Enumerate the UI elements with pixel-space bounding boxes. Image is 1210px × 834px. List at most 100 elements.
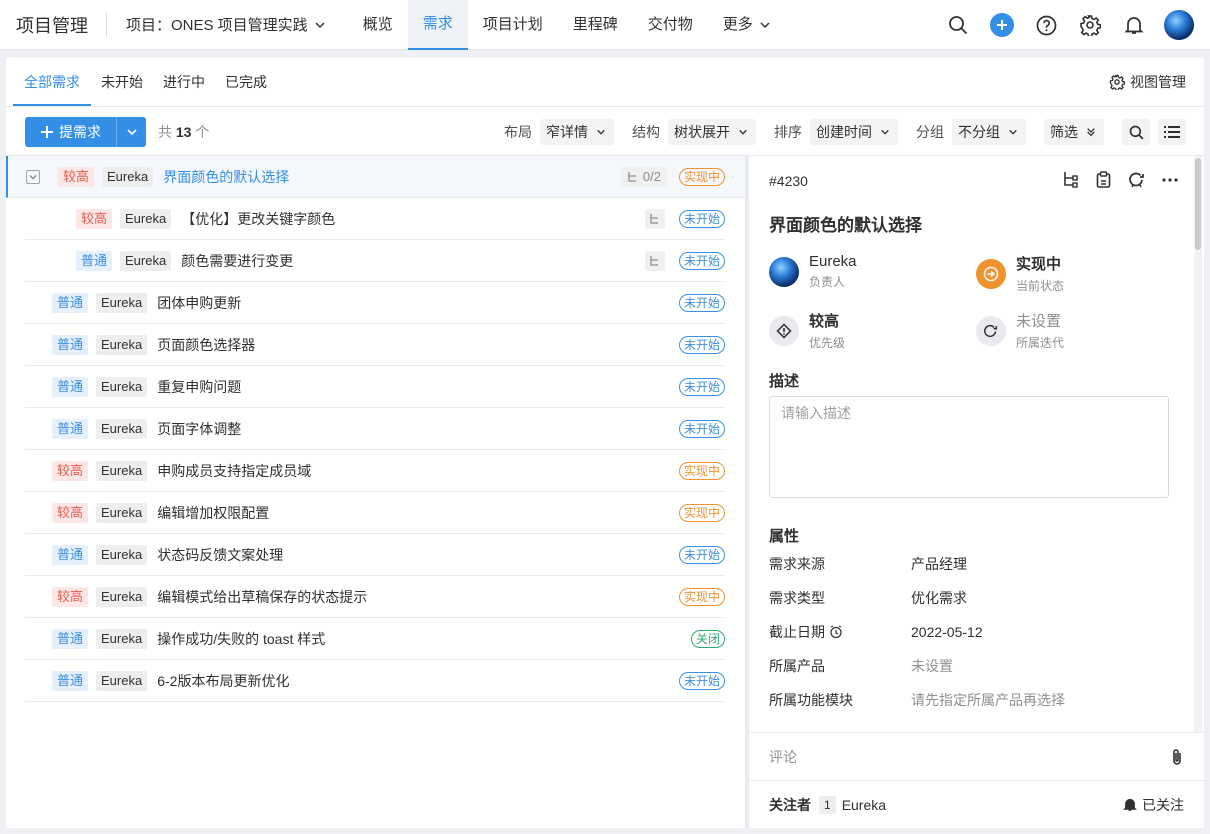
scrollbar[interactable] [1194, 156, 1202, 732]
requirement-title[interactable]: 状态码反馈文案处理 [157, 545, 283, 565]
settings-icon[interactable] [1076, 11, 1104, 39]
requirement-title[interactable]: 申购成员支持指定成员域 [157, 461, 311, 481]
tab-in-progress[interactable]: 进行中 [163, 58, 205, 106]
structure-select[interactable]: 树状展开 [668, 119, 756, 145]
group-select[interactable]: 不分组 [952, 119, 1026, 145]
sprint-icon [976, 315, 1006, 346]
nav-tab-requirements[interactable]: 需求 [407, 0, 468, 50]
add-icon[interactable] [988, 11, 1016, 39]
view-manage-button[interactable]: 视图管理 [1109, 72, 1186, 92]
assignee-field[interactable]: Eureka 负责人 [769, 253, 857, 290]
priority-badge: 普通 [52, 628, 89, 649]
description-heading: 描述 [769, 373, 800, 390]
filter-button[interactable]: 筛选 [1044, 119, 1104, 145]
chevron-down-icon [738, 127, 748, 137]
copy-icon[interactable] [1095, 171, 1112, 188]
tab-not-started[interactable]: 未开始 [101, 58, 143, 106]
table-row[interactable]: 较高 Eureka 编辑模式给出草稿保存的状态提示 实现中 [25, 576, 725, 618]
requirement-title[interactable]: 页面颜色选择器 [157, 335, 255, 355]
table-row[interactable]: 普通 Eureka 页面颜色选择器 未开始 [25, 324, 725, 366]
create-requirement-main[interactable]: 提需求 [25, 117, 116, 147]
requirement-title[interactable]: 6-2版本布局更新优化 [157, 671, 289, 691]
table-row[interactable]: 普通 Eureka 团体申购更新 未开始 [25, 282, 725, 324]
app-title: 项目管理 [16, 15, 88, 36]
subtask-icon[interactable] [1062, 171, 1079, 188]
user-avatar[interactable] [1164, 10, 1194, 40]
detail-title[interactable]: 界面颜色的默认选择 [769, 211, 922, 236]
status-field[interactable]: 实现中 当前状态 [976, 253, 1064, 294]
comment-input[interactable]: 评论 [749, 732, 1204, 780]
status-arrow-icon [976, 258, 1006, 289]
description-input[interactable]: 请输入描述 [769, 396, 1169, 498]
table-row[interactable]: 普通 Eureka 页面字体调整 未开始 [25, 408, 725, 450]
cycle-icon[interactable] [1128, 171, 1146, 188]
top-actions [944, 0, 1194, 50]
table-row[interactable]: 普通 Eureka 颜色需要进行变更 未开始 [25, 240, 725, 282]
property-row[interactable]: 所属功能模块 请先指定所属产品再选择 [769, 690, 1169, 710]
requirement-title[interactable]: 编辑增加权限配置 [157, 503, 269, 523]
table-row[interactable]: 普通 Eureka 操作成功/失败的 toast 样式 关闭 [25, 618, 725, 660]
table-row[interactable]: 普通 Eureka 重复申购问题 未开始 [25, 366, 725, 408]
table-row[interactable]: 较高 Eureka 【优化】更改关键字颜色 未开始 [25, 198, 725, 240]
nav-tab-more[interactable]: 更多 [708, 0, 786, 50]
table-row[interactable]: 普通 Eureka 状态码反馈文案处理 未开始 [25, 534, 725, 576]
layout-select[interactable]: 窄详情 [540, 119, 614, 145]
property-row[interactable]: 需求来源 产品经理 [769, 554, 1169, 574]
followers-count: 1 [819, 795, 836, 814]
scrollbar-thumb[interactable] [1195, 158, 1201, 250]
chevron-down-icon [880, 127, 890, 137]
priority-badge: 普通 [52, 334, 89, 355]
requirement-title[interactable]: 【优化】更改关键字颜色 [181, 209, 335, 229]
nav-tab-project-plan[interactable]: 项目计划 [468, 0, 558, 50]
attachment-icon[interactable] [1170, 748, 1184, 766]
nav-tab-milestones[interactable]: 里程碑 [558, 0, 633, 50]
list-view-button[interactable] [1158, 119, 1186, 145]
subtask-icon[interactable] [645, 250, 665, 271]
requirement-title[interactable]: 颜色需要进行变更 [181, 251, 293, 271]
filter-tabs: 全部需求 未开始 进行中 已完成 [13, 58, 267, 106]
search-icon[interactable] [944, 11, 972, 39]
requirement-title[interactable]: 重复申购问题 [157, 377, 241, 397]
subtask-count[interactable]: 0/2 [620, 166, 667, 187]
sort-label: 排序 [774, 124, 802, 140]
create-dropdown-toggle[interactable] [116, 117, 146, 147]
requirement-title[interactable]: 编辑模式给出草稿保存的状态提示 [157, 587, 367, 607]
property-row[interactable]: 截止日期 2022-05-12 [769, 622, 1169, 642]
table-row[interactable]: 普通 Eureka 6-2版本布局更新优化 未开始 [25, 660, 725, 702]
requirement-title[interactable]: 操作成功/失败的 toast 样式 [157, 629, 325, 649]
detail-panel: #4230 界面颜色的默认选择 Eureka 负责人 实现中 当前状态 较高 优先级 … [749, 156, 1204, 828]
tab-all[interactable]: 全部需求 [13, 58, 91, 106]
table-row[interactable]: 较高 Eureka 界面颜色的默认选择 0/2 实现中 [6, 156, 745, 198]
subtask-icon[interactable] [645, 208, 665, 229]
nav-tabs: 概览 需求 项目计划 里程碑 交付物 更多 [348, 0, 786, 50]
nav-tab-deliverables[interactable]: 交付物 [633, 0, 708, 50]
project-selector[interactable]: 项目：ONES 项目管理实践 [126, 14, 326, 35]
help-icon[interactable] [1032, 11, 1060, 39]
create-requirement-button[interactable]: 提需求 [25, 117, 146, 147]
priority-badge: 普通 [76, 250, 113, 271]
owner-tag: Eureka [96, 418, 148, 439]
requirement-title[interactable]: 页面字体调整 [157, 419, 241, 439]
divider [106, 12, 107, 37]
collapse-toggle[interactable] [26, 169, 40, 184]
property-row[interactable]: 所属产品 未设置 [769, 656, 1169, 676]
table-row[interactable]: 较高 Eureka 编辑增加权限配置 实现中 [25, 492, 725, 534]
sort-select[interactable]: 创建时间 [810, 119, 898, 145]
owner-tag: Eureka [96, 586, 148, 607]
priority-field[interactable]: 较高 优先级 [769, 310, 845, 351]
owner-tag: Eureka [96, 376, 148, 397]
requirement-title[interactable]: 团体申购更新 [157, 293, 241, 313]
search-button[interactable] [1122, 119, 1150, 145]
bell-icon[interactable] [1120, 11, 1148, 39]
table-row[interactable]: 较高 Eureka 申购成员支持指定成员域 实现中 [25, 450, 725, 492]
property-row[interactable]: 需求类型 优化需求 [769, 588, 1169, 608]
follow-button[interactable]: 已关注 [1123, 795, 1184, 815]
status-badge: 未开始 [678, 209, 725, 228]
tab-done[interactable]: 已完成 [225, 58, 267, 106]
more-icon[interactable] [1162, 177, 1178, 182]
follower-name[interactable]: Eureka [842, 797, 886, 813]
sprint-field[interactable]: 未设置 所属迭代 [976, 310, 1064, 351]
status-value: 实现中 [1016, 256, 1062, 273]
requirement-title[interactable]: 界面颜色的默认选择 [163, 167, 289, 187]
nav-tab-overview[interactable]: 概览 [348, 0, 408, 50]
